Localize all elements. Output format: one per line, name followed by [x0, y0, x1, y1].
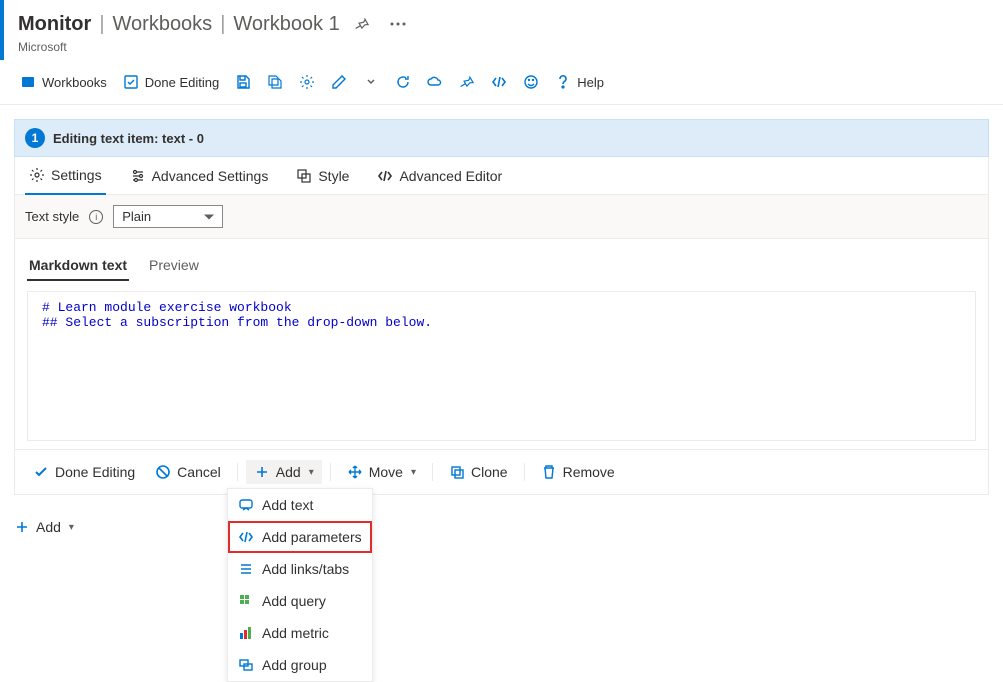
add-metric-item[interactable]: Add metric — [228, 617, 372, 649]
add-links-tabs-label: Add links/tabs — [262, 561, 349, 577]
edit-item-title: Editing text item: text - 0 — [53, 131, 204, 146]
subtab-preview[interactable]: Preview — [147, 251, 201, 281]
editor-subtabs: Markdown text Preview — [27, 247, 976, 285]
more-icon[interactable] — [384, 10, 412, 38]
breadcrumb-seg-workbooks[interactable]: Workbooks — [113, 13, 213, 36]
edit-icon[interactable] — [325, 68, 353, 96]
tab-settings-label: Settings — [51, 167, 102, 183]
help-button[interactable]: Help — [549, 70, 610, 94]
main-toolbar: Workbooks Done Editing Help — [0, 60, 1003, 105]
separator — [432, 463, 433, 481]
pin-toolbar-icon[interactable] — [453, 68, 481, 96]
done-editing-action-label: Done Editing — [55, 464, 135, 480]
tab-style-label: Style — [318, 168, 349, 184]
add-group-item[interactable]: Add group — [228, 649, 372, 681]
add-action-label: Add — [276, 464, 301, 480]
text-style-label: Text style — [25, 209, 79, 224]
breadcrumb-seg-monitor[interactable]: Monitor — [18, 13, 91, 36]
breadcrumb-separator: | — [99, 13, 104, 36]
edit-item-header: 1 Editing text item: text - 0 — [14, 119, 989, 157]
tab-advanced-settings[interactable]: Advanced Settings — [126, 158, 273, 194]
add-metric-label: Add metric — [262, 625, 329, 641]
tab-advanced-editor-label: Advanced Editor — [399, 168, 502, 184]
tab-advanced-settings-label: Advanced Settings — [152, 168, 269, 184]
refresh-icon[interactable] — [389, 68, 417, 96]
footer-add-button[interactable]: Add ▾ — [0, 509, 88, 545]
clone-action[interactable]: Clone — [441, 460, 516, 484]
chevron-down-icon: ▾ — [309, 467, 314, 478]
help-label: Help — [577, 75, 604, 90]
code-icon[interactable] — [485, 68, 513, 96]
text-style-value: Plain — [122, 209, 151, 224]
cloud-icon[interactable] — [421, 68, 449, 96]
remove-action[interactable]: Remove — [533, 460, 623, 484]
move-action-label: Move — [369, 464, 403, 480]
text-style-select[interactable]: Plain — [113, 205, 223, 228]
subtab-markdown[interactable]: Markdown text — [27, 251, 129, 281]
cancel-action[interactable]: Cancel — [147, 460, 229, 484]
step-badge: 1 — [25, 128, 45, 148]
workbooks-button[interactable]: Workbooks — [14, 70, 113, 94]
separator — [524, 463, 525, 481]
done-editing-button[interactable]: Done Editing — [117, 70, 225, 94]
add-action[interactable]: Add ▾ — [246, 460, 322, 484]
settings-icon[interactable] — [293, 68, 321, 96]
markdown-editor[interactable]: # Learn module exercise workbook ## Sele… — [27, 291, 976, 441]
remove-action-label: Remove — [563, 464, 615, 480]
save-icon[interactable] — [229, 68, 257, 96]
add-parameters-label: Add parameters — [262, 529, 362, 545]
add-links-tabs-item[interactable]: Add links/tabs — [228, 553, 372, 585]
chevron-down-icon[interactable] — [357, 68, 385, 96]
clone-action-label: Clone — [471, 464, 508, 480]
breadcrumb-seg-workbook1[interactable]: Workbook 1 — [233, 13, 339, 36]
footer-add-label: Add — [36, 519, 61, 535]
add-text-label: Add text — [262, 497, 313, 513]
tab-style[interactable]: Style — [292, 158, 353, 194]
breadcrumb: Monitor | Workbooks | Workbook 1 — [18, 10, 989, 38]
chevron-down-icon: ▾ — [411, 467, 416, 478]
add-query-label: Add query — [262, 593, 326, 609]
add-dropdown: Add text Add parameters Add links/tabs A… — [227, 488, 373, 682]
add-group-label: Add group — [262, 657, 327, 673]
feedback-icon[interactable] — [517, 68, 545, 96]
add-text-item[interactable]: Add text — [228, 489, 372, 521]
done-editing-label: Done Editing — [145, 75, 219, 90]
editor-tabs: Settings Advanced Settings Style Advance… — [14, 157, 989, 195]
cancel-action-label: Cancel — [177, 464, 221, 480]
add-query-item[interactable]: Add query — [228, 585, 372, 617]
org-label: Microsoft — [18, 40, 989, 54]
tab-advanced-editor[interactable]: Advanced Editor — [373, 158, 506, 194]
info-icon[interactable]: i — [89, 210, 103, 224]
separator — [330, 463, 331, 481]
add-parameters-item[interactable]: Add parameters — [228, 521, 372, 553]
done-editing-action[interactable]: Done Editing — [25, 460, 143, 484]
breadcrumb-separator: | — [220, 13, 225, 36]
save-as-icon[interactable] — [261, 68, 289, 96]
pin-icon[interactable] — [348, 10, 376, 38]
chevron-down-icon: ▾ — [69, 522, 74, 533]
separator — [237, 463, 238, 481]
workbooks-label: Workbooks — [42, 75, 107, 90]
tab-settings[interactable]: Settings — [25, 157, 106, 195]
move-action[interactable]: Move ▾ — [339, 460, 424, 484]
